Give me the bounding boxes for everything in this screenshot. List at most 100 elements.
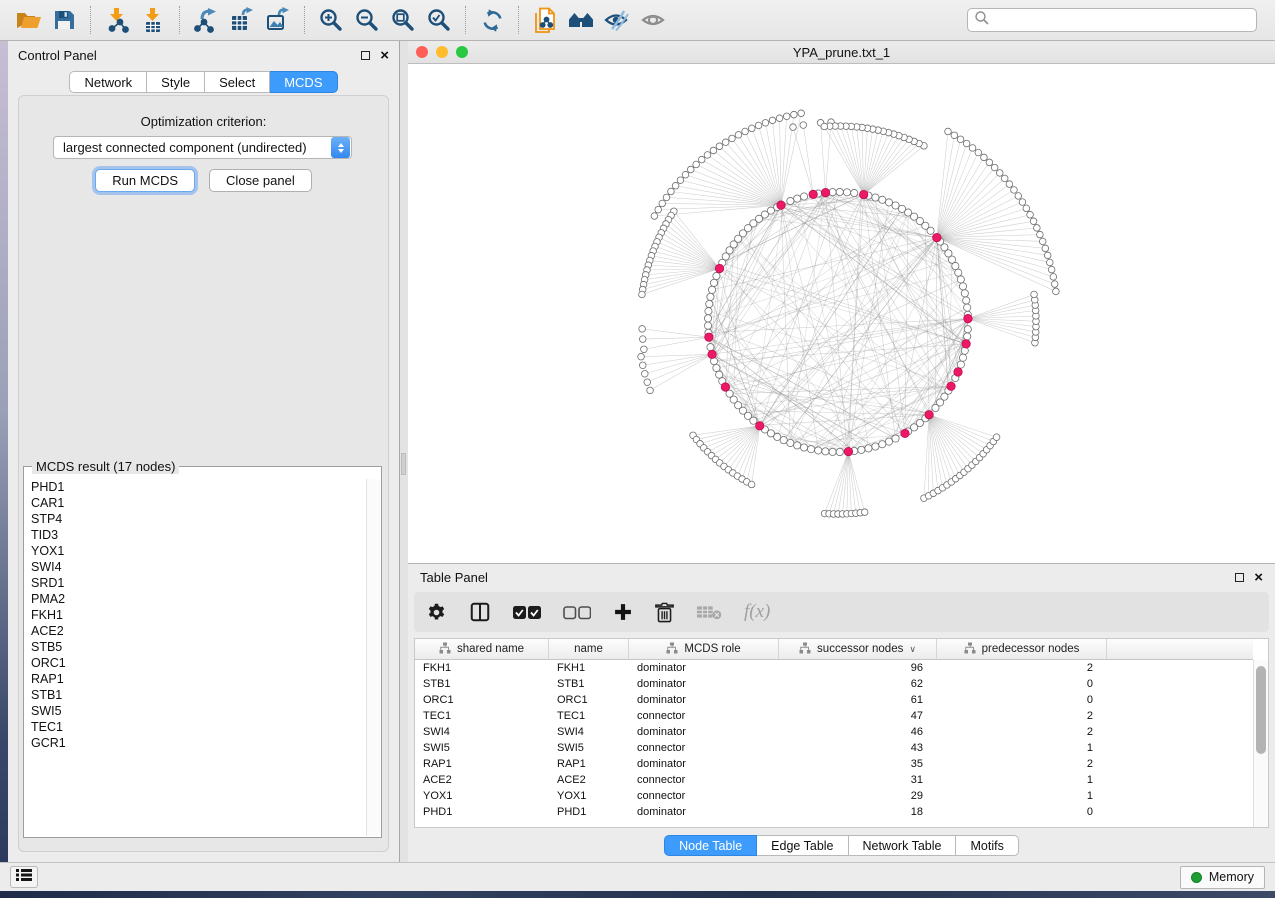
table-row[interactable]: SWI5SWI5connector431: [415, 740, 1253, 756]
tab-network[interactable]: Network: [69, 71, 147, 93]
criterion-dropdown[interactable]: largest connected component (undirected): [53, 136, 352, 159]
table-row[interactable]: TEC1TEC1connector472: [415, 708, 1253, 724]
table-panel: Table Panel × f(x) shared namenameMCDS r…: [408, 563, 1275, 862]
mcds-result-item[interactable]: TEC1: [25, 719, 365, 735]
table-cell: 43: [779, 742, 937, 754]
table-cell: 35: [779, 758, 937, 770]
delete-column-button[interactable]: [655, 602, 674, 623]
table-cell: 2: [937, 662, 1107, 674]
column-header-successor-nodes[interactable]: successor nodes∨: [779, 639, 937, 659]
table-row[interactable]: ORC1ORC1dominator610: [415, 692, 1253, 708]
zoom-fit-button[interactable]: [385, 3, 421, 37]
export-table-button[interactable]: [224, 3, 260, 37]
result-scrollbar[interactable]: [366, 479, 380, 836]
tab-network-table[interactable]: Network Table: [849, 835, 957, 856]
table-row[interactable]: PHD1PHD1dominator180: [415, 804, 1253, 820]
float-panel-icon[interactable]: [361, 51, 370, 60]
table-cell: ACE2: [549, 774, 629, 786]
float-panel-icon[interactable]: [1235, 573, 1244, 582]
binoculars-icon: [567, 8, 595, 32]
search-input[interactable]: [990, 13, 1250, 27]
table-row[interactable]: YOX1YOX1connector291: [415, 788, 1253, 804]
apply-layout-button[interactable]: [474, 3, 510, 37]
table-vertical-scrollbar[interactable]: [1253, 660, 1268, 827]
hierarchy-icon: [439, 642, 451, 657]
mcds-result-item[interactable]: SWI4: [25, 559, 365, 575]
mcds-result-item[interactable]: SWI5: [25, 703, 365, 719]
zoom-out-button[interactable]: [349, 3, 385, 37]
network-from-file-button[interactable]: [527, 3, 563, 37]
mcds-result-item[interactable]: SRD1: [25, 575, 365, 591]
save-session-button[interactable]: [46, 3, 82, 37]
close-panel-button[interactable]: Close panel: [209, 169, 312, 192]
close-panel-icon[interactable]: ×: [1254, 573, 1263, 582]
network-view-window: YPA_prune.txt_1: [408, 41, 1275, 563]
table-row[interactable]: STB1STB1dominator620: [415, 676, 1253, 692]
search-field[interactable]: [967, 8, 1257, 32]
table-settings-button[interactable]: [426, 602, 447, 623]
mcds-result-item[interactable]: RAP1: [25, 671, 365, 687]
zoom-in-button[interactable]: [313, 3, 349, 37]
mcds-result-item[interactable]: YOX1: [25, 543, 365, 559]
mcds-result-item[interactable]: ACE2: [25, 623, 365, 639]
tab-select[interactable]: Select: [205, 71, 270, 93]
open-file-button[interactable]: [10, 3, 46, 37]
first-neighbors-button[interactable]: [563, 3, 599, 37]
export-image-icon: [265, 7, 291, 33]
table-cell: 0: [937, 806, 1107, 818]
select-all-button[interactable]: [513, 605, 541, 620]
network-window-titlebar: YPA_prune.txt_1: [408, 41, 1275, 64]
mcds-result-item[interactable]: ORC1: [25, 655, 365, 671]
table-row[interactable]: FKH1FKH1dominator962: [415, 660, 1253, 676]
close-panel-icon[interactable]: ×: [380, 51, 389, 60]
show-graphics-details-button[interactable]: [635, 3, 671, 37]
network-canvas[interactable]: [408, 64, 1275, 563]
mcds-result-item[interactable]: GCR1: [25, 735, 365, 751]
panel-splitter[interactable]: [400, 41, 408, 862]
table-cell: dominator: [629, 678, 779, 690]
mcds-result-item[interactable]: STB5: [25, 639, 365, 655]
save-icon: [52, 8, 76, 32]
zoom-selected-button[interactable]: [421, 3, 457, 37]
column-header-shared-name[interactable]: shared name: [415, 639, 549, 659]
mcds-result-item[interactable]: CAR1: [25, 495, 365, 511]
add-column-button[interactable]: [613, 602, 633, 622]
export-network-icon: [193, 7, 219, 33]
tab-style[interactable]: Style: [147, 71, 205, 93]
tab-edge-table[interactable]: Edge Table: [757, 835, 848, 856]
table-row[interactable]: RAP1RAP1dominator352: [415, 756, 1253, 772]
table-cell: TEC1: [415, 710, 549, 722]
import-table-button[interactable]: [135, 3, 171, 37]
table-row[interactable]: SWI4SWI4dominator462: [415, 724, 1253, 740]
table-header-row: shared namenameMCDS rolesuccessor nodes∨…: [415, 639, 1253, 660]
scrollbar-thumb[interactable]: [1256, 666, 1266, 754]
hide-graphics-details-button[interactable]: [599, 3, 635, 37]
run-mcds-button[interactable]: Run MCDS: [95, 169, 195, 192]
tab-mcds[interactable]: MCDS: [270, 71, 337, 93]
tab-motifs[interactable]: Motifs: [956, 835, 1018, 856]
column-selector-button[interactable]: [469, 601, 491, 623]
show-panels-menu-button[interactable]: [10, 866, 38, 888]
network-graph[interactable]: [408, 64, 1275, 563]
memory-button[interactable]: Memory: [1180, 866, 1265, 889]
column-header-predecessor-nodes[interactable]: predecessor nodes: [937, 639, 1107, 659]
optimization-criterion-label: Optimization criterion:: [19, 114, 388, 129]
mcds-result-item[interactable]: STB1: [25, 687, 365, 703]
table-cell: connector: [629, 774, 779, 786]
mcds-result-item[interactable]: STP4: [25, 511, 365, 527]
export-image-button[interactable]: [260, 3, 296, 37]
table-row[interactable]: ACE2ACE2connector311: [415, 772, 1253, 788]
table-cell: dominator: [629, 726, 779, 738]
tab-node-table[interactable]: Node Table: [664, 835, 757, 856]
mcds-result-item[interactable]: PMA2: [25, 591, 365, 607]
column-header-name[interactable]: name: [549, 639, 629, 659]
table-cell: ORC1: [415, 694, 549, 706]
column-header-MCDS-role[interactable]: MCDS role: [629, 639, 779, 659]
deselect-all-button[interactable]: [563, 605, 591, 620]
mcds-result-item[interactable]: TID3: [25, 527, 365, 543]
import-network-button[interactable]: [99, 3, 135, 37]
mcds-result-item[interactable]: FKH1: [25, 607, 365, 623]
mcds-result-item[interactable]: PHD1: [25, 479, 365, 495]
status-bar: Memory: [0, 862, 1275, 891]
export-network-button[interactable]: [188, 3, 224, 37]
